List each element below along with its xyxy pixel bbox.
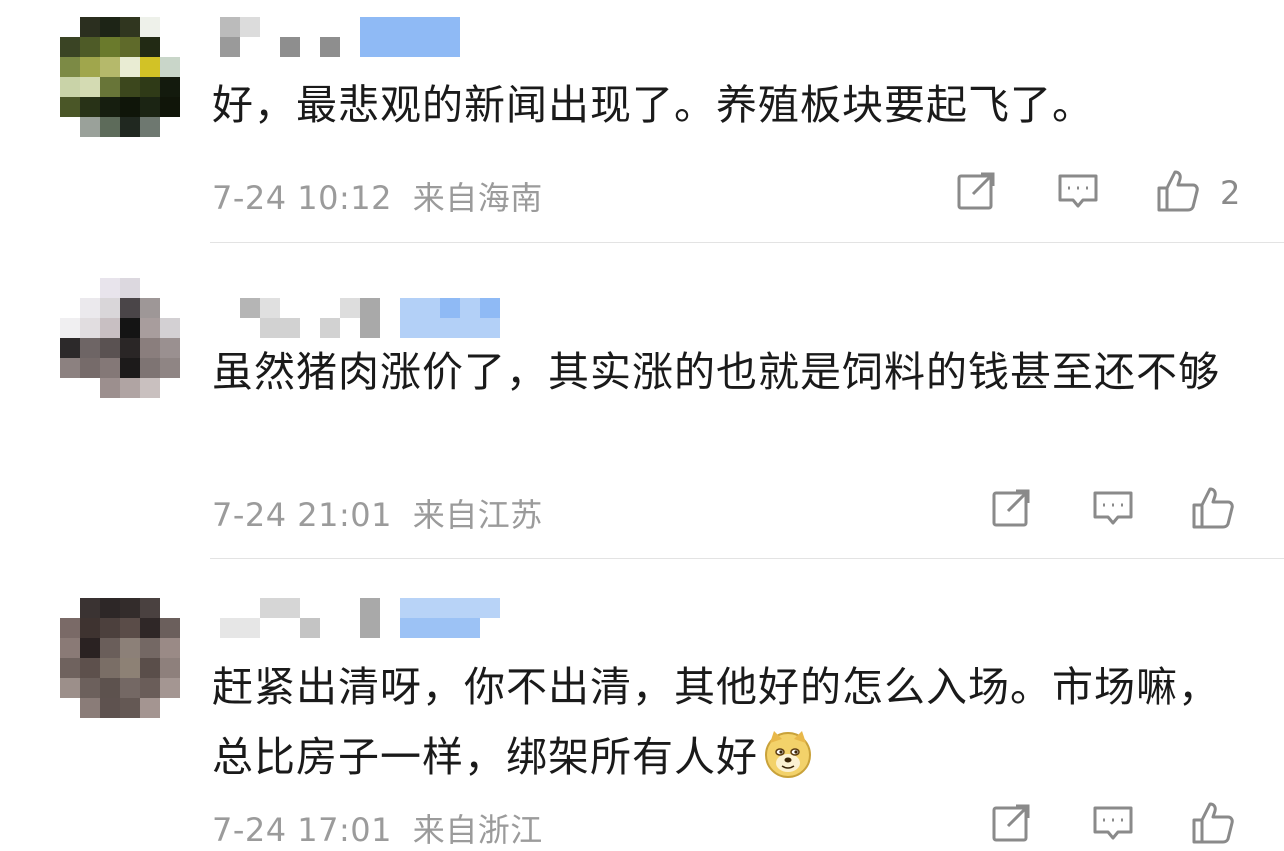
comment-text-body: 赶紧出清呀，你不出清，其他好的怎么入场。市场嘛，总比房子一样，绑架所有人好 xyxy=(212,663,1220,781)
comment-time: 7-24 21:01 xyxy=(212,496,393,534)
reply-button[interactable] xyxy=(1055,168,1101,214)
comment-meta: 7-24 17:01 来自浙江 xyxy=(212,805,543,851)
like-button[interactable] xyxy=(1155,168,1201,214)
reply-button[interactable] xyxy=(1090,800,1136,846)
comment-meta: 7-24 21:01 来自江苏 xyxy=(212,490,543,536)
avatar[interactable] xyxy=(60,17,180,137)
share-button[interactable] xyxy=(988,800,1034,846)
comment-actions xyxy=(988,800,1248,850)
share-button[interactable] xyxy=(988,485,1034,531)
comment-text: 赶紧出清呀，你不出清，其他好的怎么入场。市场嘛，总比房子一样，绑架所有人好 xyxy=(212,652,1232,792)
comment-icon xyxy=(1093,491,1133,525)
comment-actions xyxy=(988,485,1248,535)
divider xyxy=(210,558,1284,559)
comment-text: 虽然猪肉涨价了，其实涨的也就是饲料的钱甚至还不够 xyxy=(212,348,1220,396)
comment-text: 好，最悲观的新闻出现了。养殖板块要起飞了。 xyxy=(212,81,1094,129)
username[interactable] xyxy=(210,598,510,638)
share-button[interactable] xyxy=(953,168,999,214)
thumbs-up-icon xyxy=(1157,170,1199,212)
avatar[interactable] xyxy=(60,598,180,718)
doge-emoji-icon xyxy=(765,731,811,778)
like-button[interactable] xyxy=(1190,800,1236,846)
comment-icon xyxy=(1058,174,1098,208)
comment-time: 7-24 10:12 xyxy=(212,179,393,217)
thumbs-up-icon xyxy=(1192,802,1234,844)
comment-meta: 7-24 10:12 来自海南 xyxy=(212,173,543,219)
comment-icon xyxy=(1093,806,1133,840)
username[interactable] xyxy=(210,298,510,338)
comment-location: 来自浙江 xyxy=(412,811,543,849)
divider xyxy=(210,242,1284,243)
comment-location: 来自江苏 xyxy=(412,496,543,534)
thumbs-up-icon xyxy=(1192,487,1234,529)
share-icon xyxy=(957,172,995,210)
avatar[interactable] xyxy=(60,278,180,398)
comment-location: 来自海南 xyxy=(412,179,543,217)
comment-time: 7-24 17:01 xyxy=(212,811,393,849)
comment-actions: 2 xyxy=(950,168,1280,218)
reply-button[interactable] xyxy=(1090,485,1136,531)
username[interactable] xyxy=(210,17,470,57)
like-count: 2 xyxy=(1220,174,1241,212)
like-button[interactable] xyxy=(1190,485,1236,531)
share-icon xyxy=(992,489,1030,527)
share-icon xyxy=(992,804,1030,842)
